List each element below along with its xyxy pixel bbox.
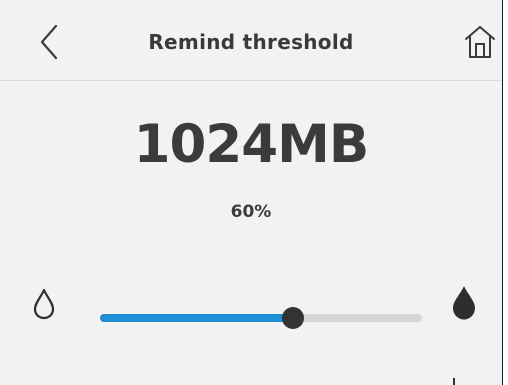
water-drop-outline-icon bbox=[33, 288, 55, 320]
threshold-value: 1024MB bbox=[133, 114, 370, 175]
home-icon bbox=[465, 26, 495, 58]
threshold-slider[interactable] bbox=[100, 306, 422, 330]
header-bar: Remind threshold bbox=[0, 0, 502, 81]
slider-fill bbox=[100, 314, 294, 322]
home-button[interactable] bbox=[460, 22, 500, 62]
partial-scroll-mark bbox=[453, 378, 455, 385]
page-title: Remind threshold bbox=[148, 30, 354, 54]
slider-track[interactable] bbox=[100, 314, 422, 322]
threshold-screen: Remind threshold 1024MB 60% bbox=[0, 0, 503, 385]
water-drop-filled-icon bbox=[451, 285, 477, 321]
threshold-percent: 60% bbox=[230, 202, 272, 222]
slider-thumb[interactable] bbox=[282, 307, 305, 329]
